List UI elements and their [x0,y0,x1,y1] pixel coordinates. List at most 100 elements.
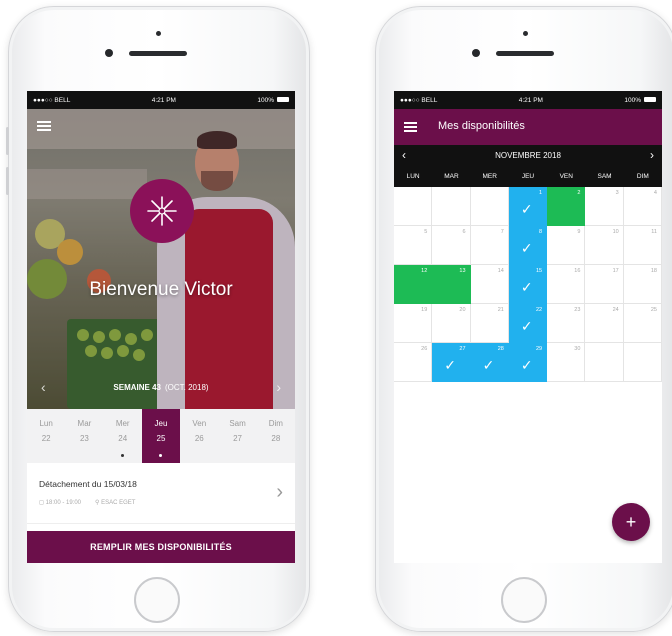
next-month-icon[interactable]: › [650,148,654,162]
calendar-day[interactable]: 22 ✓ [508,304,548,343]
prev-week-icon[interactable]: ‹ [41,379,46,395]
day-number: 23 [79,434,89,443]
calendar-day[interactable]: 14 [470,265,509,304]
day-number: 19 [421,307,428,313]
event-dot-icon [121,454,125,457]
day-mar[interactable]: Mar 23 [65,409,103,463]
week-label: SEMAINE 43 [113,382,161,392]
day-number: 15 [535,268,543,274]
clock-icon: ◻ [39,500,46,506]
calendar-day[interactable]: 12 [394,265,433,304]
carrier-label: ●●●○○ BELL [33,96,71,104]
calendar-day[interactable]: 28 ✓ [470,343,509,382]
day-number: 12 [421,268,428,274]
next-week-icon[interactable]: › [276,379,281,395]
front-sensor [523,31,528,36]
day-number: 3 [615,190,619,196]
day-number: 20 [459,307,466,313]
calendar-day[interactable]: 5 [394,226,433,265]
calendar-day[interactable]: 25 [623,304,662,343]
calendar-day[interactable]: 4 [623,187,662,226]
day-sam[interactable]: Sam 27 [218,409,256,463]
day-number: 27 [459,346,466,352]
menu-icon[interactable] [404,122,417,134]
front-camera [472,49,480,57]
clock-label: 4:21 PM [518,96,543,104]
calendar-day[interactable]: 23 [547,304,586,343]
day-number: 24 [118,434,128,443]
day-lun[interactable]: Lun 22 [27,409,65,463]
calendar-day[interactable]: 21 [470,304,509,343]
weekday-label: MER [482,173,497,180]
day-name: Dim [268,419,283,428]
day-number: 8 [539,229,543,235]
calendar-day[interactable]: 30 [547,343,586,382]
event-dot-icon [159,454,163,457]
calendar-day[interactable]: 26 [394,343,433,382]
day-number: 7 [500,229,504,235]
chevron-right-icon[interactable]: › [276,481,283,504]
calendar-day[interactable]: 11 [623,226,662,265]
card-meta: ◻ 18:00 - 19:00 ⚲ ESAC EGET [39,499,135,506]
add-button[interactable]: + [612,503,650,541]
week-dates: (OCT. 2018) [165,382,209,392]
day-ven[interactable]: Ven 26 [180,409,218,463]
day-number: 5 [424,229,428,235]
check-icon: ✓ [520,279,533,295]
page-title: Mes disponibilités [438,120,525,132]
calendar-day[interactable]: 3 [585,187,624,226]
day-number: 6 [462,229,466,235]
menu-icon[interactable] [37,121,51,131]
day-number: 26 [421,346,428,352]
calendar-day[interactable]: 27 ✓ [432,343,471,382]
day-strip: Lun 22 Mar 23 Mer 24 Jeu 25 Ven 26 Sam 27 Dim 28 [27,409,295,463]
calendar-day[interactable]: 24 [585,304,624,343]
card-title: Détachement du 15/03/18 [39,479,137,489]
status-bar: ●●●○○ BELL 4:21 PM 100% [27,91,295,109]
fill-availability-button[interactable]: REMPLIR MES DISPONIBILITÉS [27,531,295,563]
calendar-day[interactable]: 2 [547,187,586,226]
home-button[interactable] [501,577,547,623]
day-number: 24 [612,307,619,313]
sparkle-logo-icon [130,179,194,243]
day-number: 18 [650,268,657,274]
day-number: 28 [271,434,281,443]
assignment-card[interactable]: Détachement du 15/03/18 ◻ 18:00 - 19:00 … [27,467,295,524]
calendar-day[interactable]: 7 [470,226,509,265]
calendar-day[interactable]: 19 [394,304,433,343]
day-mer[interactable]: Mer 24 [104,409,142,463]
day-name: Sam [229,419,246,428]
check-icon: ✓ [520,240,533,256]
battery-indicator: 100% [257,97,289,104]
calendar-day[interactable]: 10 [585,226,624,265]
calendar-day[interactable]: 13 [432,265,471,304]
day-number: 13 [459,268,466,274]
calendar-day[interactable]: 18 [623,265,662,304]
calendar-day[interactable]: 16 [547,265,586,304]
day-name: Lun [39,419,53,428]
day-number: 22 [535,307,543,313]
calendar-day[interactable]: 17 [585,265,624,304]
day-jeu[interactable]: Jeu 25 [141,409,181,463]
day-name: Mar [77,419,92,428]
calendar-day[interactable]: 20 [432,304,471,343]
day-number: 14 [497,268,504,274]
calendar-day[interactable]: 1 ✓ [508,187,548,226]
calendar-empty-cell [432,187,471,226]
calendar-day[interactable]: 9 [547,226,586,265]
front-sensor [156,31,161,36]
weekday-label: LUN [406,173,420,180]
weekday-label: MAR [444,173,459,180]
calendar-day[interactable]: 8 ✓ [508,226,548,265]
calendar-day[interactable]: 15 ✓ [508,265,548,304]
card-time: ◻ 18:00 - 19:00 [39,500,82,506]
month-navigator: ‹ NOVEMBRE 2018 › [394,145,662,167]
day-dim[interactable]: Dim 28 [257,409,295,463]
calendar-day[interactable]: 29 ✓ [508,343,548,382]
battery-indicator: 100% [624,97,656,104]
calendar-empty-cell [470,187,509,226]
weekday-label: DIM [636,173,649,180]
home-button[interactable] [134,577,180,623]
front-camera [105,49,113,57]
calendar-day[interactable]: 6 [432,226,471,265]
